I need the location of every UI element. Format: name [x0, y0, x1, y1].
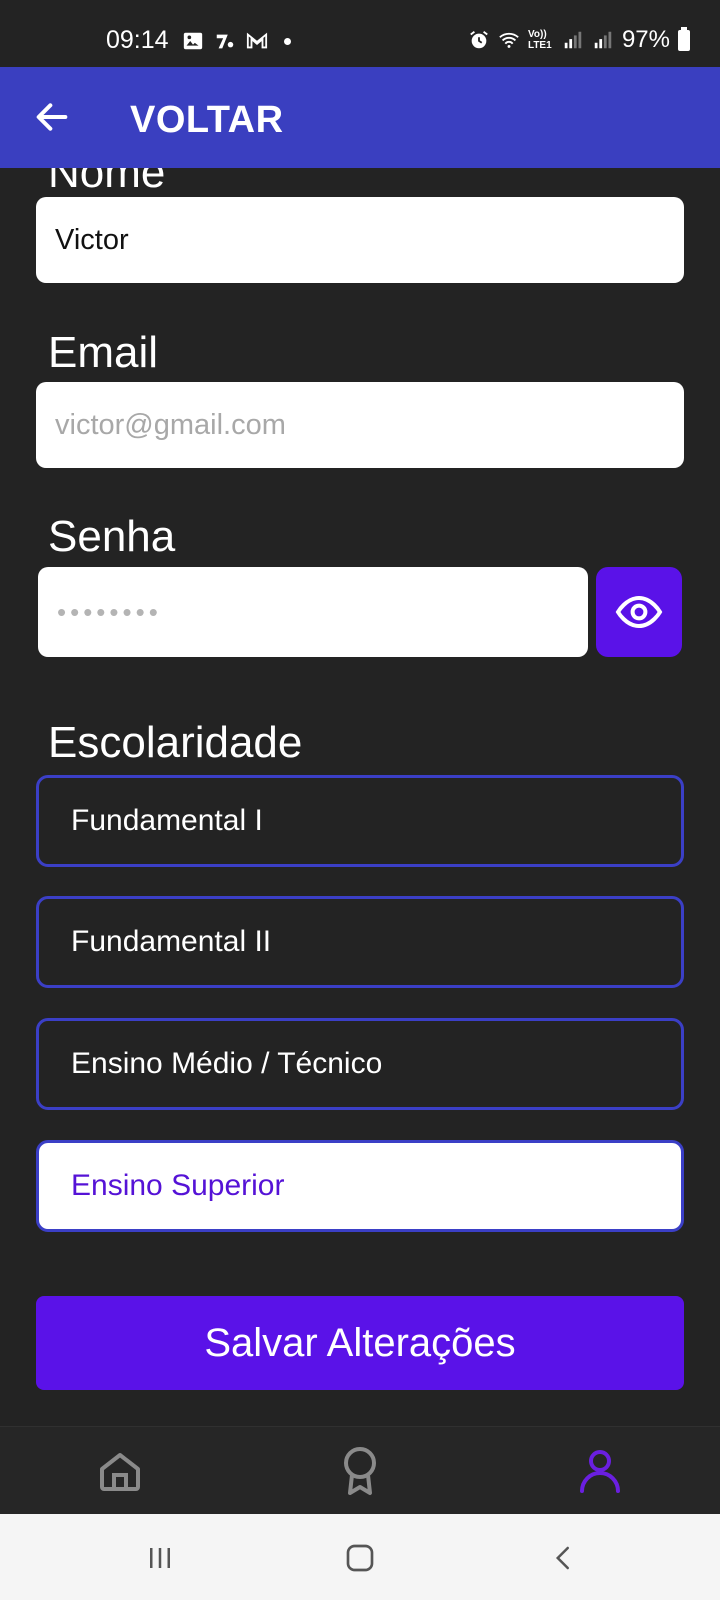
battery-percent: 97%	[621, 26, 670, 53]
alarm-icon	[470, 31, 488, 49]
app-bar-overlay: VOLTAR	[0, 67, 720, 168]
education-option-ensino-superior[interactable]: Ensino Superior	[36, 1140, 684, 1232]
education-option-fundamental-1[interactable]: Fundamental I	[36, 775, 684, 867]
signal-icon	[564, 31, 582, 49]
arrow-left-icon	[36, 103, 68, 131]
system-nav-bar	[0, 1514, 720, 1600]
password-label: Senha	[48, 512, 176, 561]
back-button-overlay[interactable]	[32, 97, 72, 137]
nav-home[interactable]	[92, 1443, 148, 1499]
network-label: Vo)) LTE1	[527, 29, 552, 51]
recents-button[interactable]	[142, 1540, 178, 1576]
notification-icons	[182, 30, 291, 52]
page-title-overlay: VOLTAR	[130, 99, 284, 141]
password-field[interactable]: ••••••••	[38, 567, 588, 657]
education-option-fundamental-2[interactable]: Fundamental II	[36, 896, 684, 988]
recents-icon	[150, 1548, 170, 1568]
gmail-icon	[246, 32, 268, 49]
app-notification-icon	[216, 34, 234, 49]
education-label: Escolaridade	[48, 718, 303, 767]
email-field[interactable]: victor@gmail.com	[36, 382, 684, 468]
dot-icon	[284, 37, 291, 45]
signal-icon	[594, 31, 612, 49]
eye-icon	[615, 595, 663, 629]
profile-icon	[580, 1450, 620, 1493]
status-time: 09:14	[106, 26, 169, 54]
home-button-icon	[346, 1544, 374, 1572]
toggle-password-button[interactable]	[596, 567, 682, 657]
battery-icon	[678, 26, 690, 51]
bottom-nav	[0, 1426, 720, 1515]
nav-awards[interactable]	[332, 1443, 388, 1499]
nav-profile[interactable]	[572, 1443, 628, 1499]
save-button[interactable]: Salvar Alterações	[36, 1296, 684, 1390]
home-icon	[100, 1453, 140, 1491]
back-icon	[555, 1546, 569, 1570]
education-option-ensino-medio[interactable]: Ensino Médio / Técnico	[36, 1018, 684, 1110]
home-button[interactable]	[342, 1540, 378, 1576]
system-back-button[interactable]	[546, 1540, 582, 1576]
image-icon	[183, 32, 203, 50]
wifi-icon	[499, 32, 519, 48]
email-label: Email	[48, 328, 159, 377]
system-status-icons: Vo)) LTE1 97%	[468, 26, 690, 54]
status-bar: 09:14 Vo)) LTE1 97%	[0, 0, 720, 67]
name-field[interactable]: Victor	[36, 197, 684, 283]
award-icon	[344, 1447, 376, 1495]
password-value: ••••••••	[57, 596, 162, 627]
